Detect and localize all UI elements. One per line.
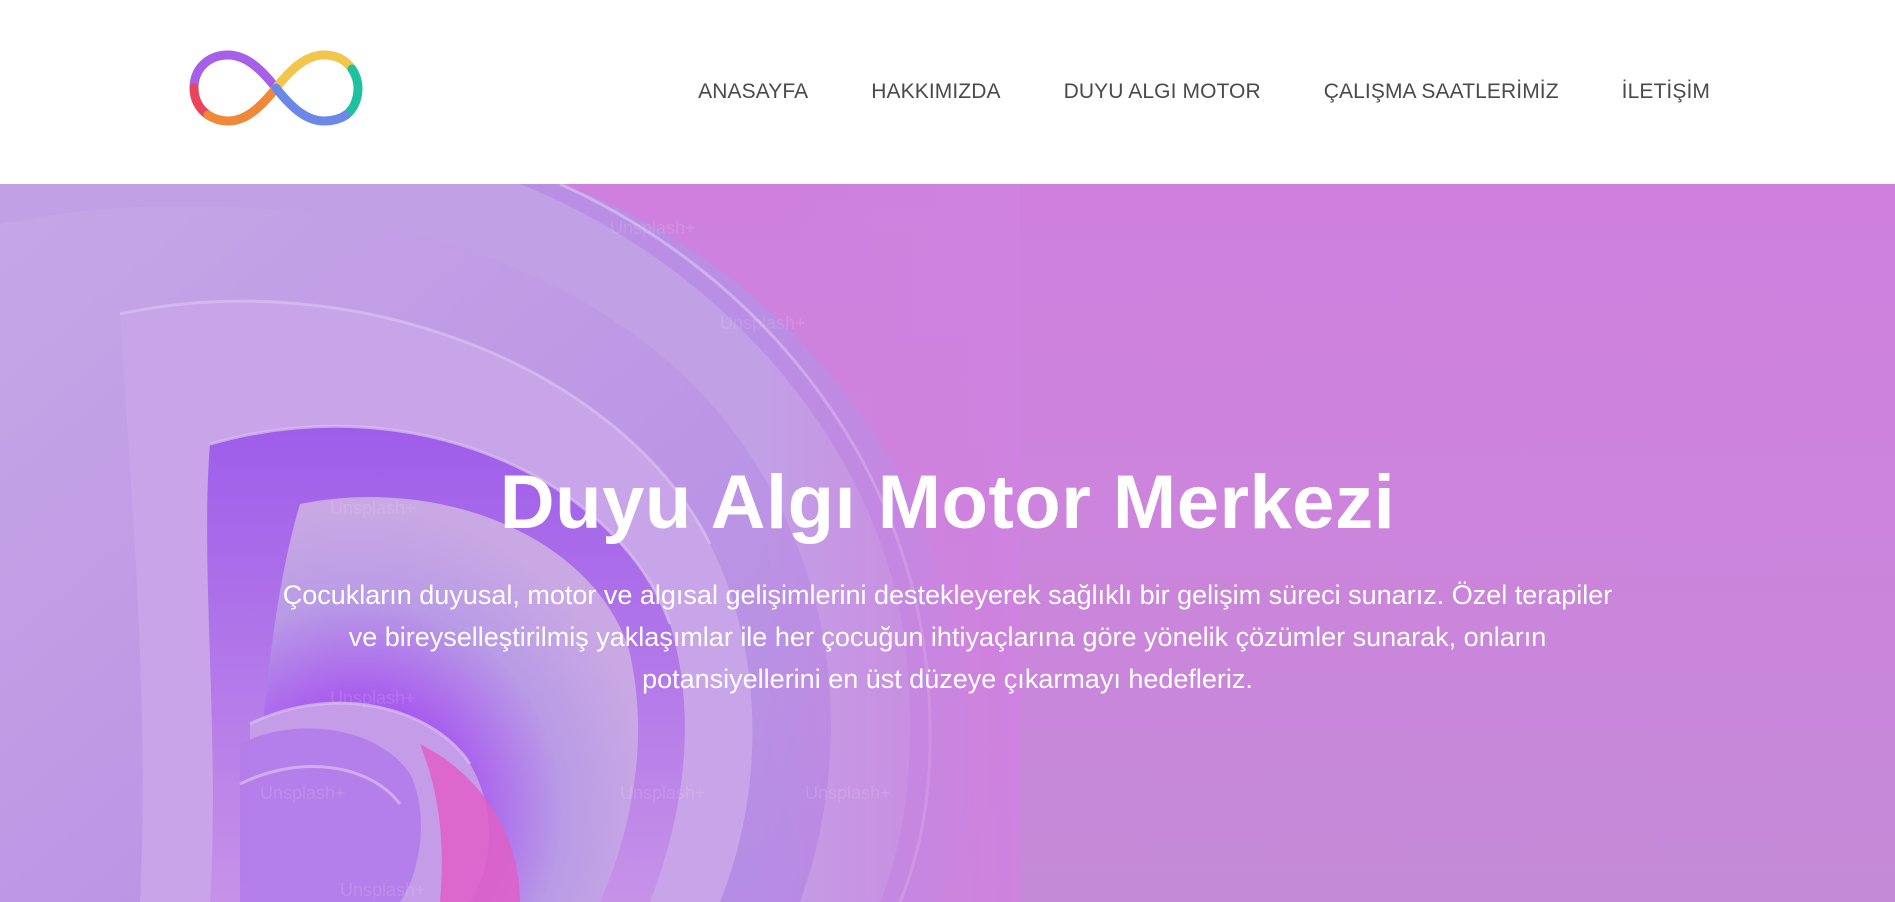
hero-title: Duyu Algı Motor Merkezi (499, 460, 1396, 545)
watermark-text: Unsplash+ (805, 783, 891, 803)
watermark-text: Unsplash+ (610, 218, 696, 238)
nav-item-anasayfa: ANASAYFA (698, 80, 808, 104)
nav-item-calisma-saatlerimiz: ÇALIŞMA SAATLERİMİZ (1324, 80, 1559, 104)
hero-content: Duyu Algı Motor Merkezi Çocukların duyus… (0, 460, 1895, 700)
infinity-logo-icon (189, 50, 363, 126)
nav-link-duyu-algi-motor[interactable]: DUYU ALGI MOTOR (1064, 80, 1261, 103)
watermark-text: Unsplash+ (260, 783, 346, 803)
watermark-text: Unsplash+ (620, 783, 706, 803)
logo-link[interactable] (186, 47, 366, 129)
nav-list: ANASAYFA HAKKIMIZDA DUYU ALGI MOTOR ÇALI… (698, 0, 1710, 184)
nav-item-duyu-algi-motor: DUYU ALGI MOTOR (1064, 80, 1261, 104)
site-header: ANASAYFA HAKKIMIZDA DUYU ALGI MOTOR ÇALI… (0, 0, 1895, 184)
nav-link-anasayfa[interactable]: ANASAYFA (698, 80, 808, 103)
hero-section: Unsplash+ Unsplash+ Unsplash+ Unsplash+ … (0, 184, 1895, 902)
nav-link-iletisim[interactable]: İLETİŞİM (1622, 80, 1710, 103)
nav-link-calisma-saatlerimiz[interactable]: ÇALIŞMA SAATLERİMİZ (1324, 80, 1559, 103)
nav-item-iletisim: İLETİŞİM (1622, 80, 1710, 104)
nav-link-hakkimizda[interactable]: HAKKIMIZDA (871, 80, 1000, 103)
hero-description: Çocukların duyusal, motor ve algısal gel… (282, 580, 1613, 694)
nav-item-hakkimizda: HAKKIMIZDA (871, 80, 1000, 104)
watermark-text: Unsplash+ (720, 313, 806, 333)
watermark-text: Unsplash+ (340, 880, 426, 900)
